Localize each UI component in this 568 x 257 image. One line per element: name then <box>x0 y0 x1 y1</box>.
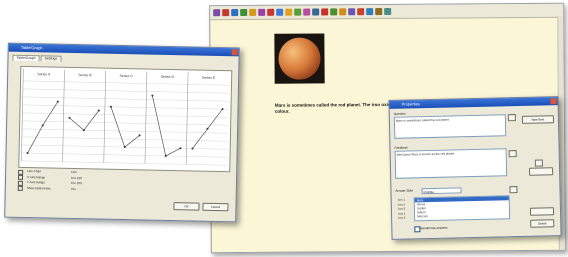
marker-icon[interactable] <box>357 8 365 16</box>
gridline <box>22 128 229 134</box>
new-item-button[interactable]: New Item <box>521 115 555 124</box>
answer-row-label: Ans 4 <box>397 211 406 216</box>
mars-image[interactable] <box>278 37 321 80</box>
line-chart: Series A Series B Series C Series D Series E <box>21 68 230 166</box>
arrow-icon[interactable] <box>303 8 311 16</box>
answer-row-label: Ans 2 <box>397 202 406 207</box>
gridline <box>21 136 228 142</box>
answer-row-label: Ans 1 <box>397 197 405 202</box>
properties-title: Properties <box>401 101 420 107</box>
chevron-down-icon[interactable] <box>509 186 518 194</box>
setting-row: Show Data Points Yes <box>17 185 118 193</box>
calendar-icon[interactable] <box>366 8 374 16</box>
column-divider <box>144 71 148 164</box>
chart-dialog-title: Table/Graph <box>20 44 43 51</box>
settings-icon[interactable] <box>384 7 392 16</box>
answer-row-label: Ans 3 <box>397 206 406 211</box>
series-header: Series E <box>202 76 216 80</box>
randomise-label: Randomise answers <box>420 225 448 231</box>
cancel-button[interactable]: Cancel <box>202 202 229 212</box>
edit-icon[interactable] <box>508 150 517 158</box>
answer-style-select[interactable]: Multiple <box>421 187 462 195</box>
series-line <box>110 106 140 148</box>
answer-style-label: Answer Style <box>395 188 414 193</box>
font-icon[interactable] <box>330 8 338 16</box>
column-divider <box>103 70 106 163</box>
delete-button[interactable]: Delete <box>530 219 555 228</box>
series-header: Series C <box>119 74 133 78</box>
gridline <box>22 120 229 126</box>
series-header: Series A <box>37 72 51 76</box>
feedback-label: Feedback <box>394 145 408 150</box>
series-line <box>152 95 181 157</box>
help-icon[interactable] <box>375 8 383 16</box>
sound-icon[interactable] <box>534 159 543 167</box>
chart-dialog: Table/Graph Table/Graph Settings Series … <box>4 42 240 223</box>
align-icon[interactable] <box>339 8 347 16</box>
check-icon[interactable] <box>294 8 302 16</box>
gridline <box>21 152 228 158</box>
properties-dialog: Properties Question Mars is sometimes ca… <box>388 96 562 240</box>
image-icon[interactable] <box>240 8 248 17</box>
close-icon[interactable] <box>550 98 557 105</box>
setting-checkbox[interactable] <box>17 185 23 191</box>
feedback-field[interactable]: Well done! Mars is known as the red plan… <box>394 148 508 179</box>
italic-icon[interactable] <box>222 9 230 17</box>
ok-button[interactable]: OK <box>173 202 200 211</box>
table-icon[interactable] <box>249 8 257 16</box>
chart-settings-list: Line Chart Line X Axis Range 0 to 100 Y Axis… <box>17 169 118 193</box>
column-divider <box>62 69 65 162</box>
column-divider <box>185 72 189 165</box>
setting-checkbox[interactable] <box>17 174 24 180</box>
color-icon[interactable] <box>276 8 284 16</box>
add-button[interactable] <box>529 167 554 176</box>
series-line <box>69 110 100 131</box>
question-field[interactable]: Mars is sometimes called the red planet <box>393 114 507 139</box>
properties-titlebar: Properties <box>389 97 558 109</box>
redo-icon[interactable] <box>321 8 329 16</box>
data-point[interactable] <box>151 94 154 97</box>
answer-item[interactable]: Mercury <box>415 212 509 218</box>
bold-icon[interactable] <box>213 9 221 17</box>
gridline <box>22 112 229 118</box>
link-icon[interactable] <box>267 8 275 16</box>
chart-icon[interactable] <box>258 8 266 16</box>
data-point[interactable] <box>109 105 112 108</box>
graph-area: Series A Series B Series C Series D Series E <box>18 65 233 173</box>
setting-value: Yes <box>70 186 76 191</box>
series-header: Series B <box>78 73 92 77</box>
tab-table-graph[interactable]: Table/Graph <box>12 54 40 62</box>
edit-button[interactable] <box>529 207 555 216</box>
setting-checkbox[interactable] <box>17 180 23 186</box>
series-header: Series D <box>161 75 175 79</box>
column-divider <box>21 68 24 161</box>
gridline <box>22 88 229 94</box>
setting-checkbox[interactable] <box>18 169 24 175</box>
tab-settings[interactable]: Settings <box>40 55 62 62</box>
setting-label: Show Data Points <box>26 185 51 191</box>
brush-icon[interactable] <box>285 8 293 16</box>
pencil-icon[interactable] <box>231 9 239 17</box>
gridline <box>23 80 230 86</box>
list-icon[interactable] <box>348 8 356 16</box>
undo-icon[interactable] <box>312 8 320 16</box>
gridline <box>21 160 228 166</box>
edit-icon[interactable] <box>507 114 516 122</box>
answers-list[interactable]: Mars Venus Jupiter Saturn Mercury <box>413 195 511 222</box>
gridline <box>22 96 229 102</box>
answer-row-label: Ans 5 <box>398 215 406 221</box>
question-label: Question <box>393 111 406 116</box>
close-icon[interactable] <box>231 49 238 56</box>
